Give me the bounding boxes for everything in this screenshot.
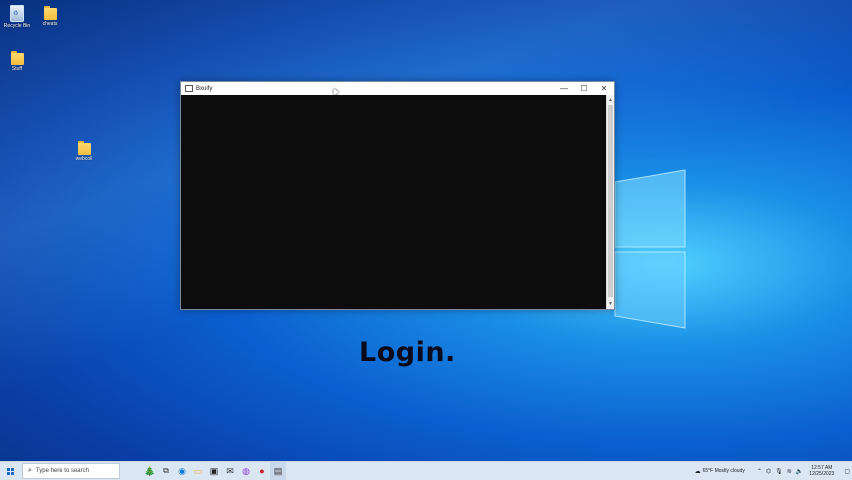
close-button[interactable]: ✕ [594,82,614,95]
scroll-down-arrow-icon[interactable]: ▼ [608,301,613,307]
desktop-icon-recycle-bin[interactable]: ♻ Recycle Bin [0,5,34,29]
taskbar-clock[interactable]: 12:57 AM 12/25/2023 [809,465,834,477]
weather-cloud-icon[interactable]: ☁ [695,468,701,475]
mail-icon[interactable]: ✉ [222,462,238,480]
console-window: Bxuify — ☐ ✕ ▲ ▼ [180,81,615,310]
taskbar-search-box[interactable]: ⌕ Type here to search [22,463,120,479]
edge-browser-icon[interactable]: ◉ [174,462,190,480]
microphone-icon[interactable]: 🎙 [775,468,783,475]
desktop-icon-webcoll[interactable]: webcoll [67,140,101,162]
window-title: Bxuify [196,85,213,92]
chat-app-icon[interactable]: ◍ [238,462,254,480]
search-placeholder: Type here to search [35,468,89,474]
desktop-icon-stuff[interactable]: Stuff [0,50,34,72]
folder-icon [43,5,57,20]
vertical-scrollbar[interactable]: ▲ ▼ [606,95,614,309]
desktop-icon-label: webcoll [75,156,93,162]
folder-icon [77,140,91,155]
desktop-icon-label: Stuff [11,66,23,72]
console-app-icon [185,85,193,92]
show-hidden-icons-chevron-icon[interactable]: ⌃ [757,468,762,475]
console-output-area[interactable] [181,95,607,309]
login-caption: Login. [359,337,456,368]
search-icon: ⌕ [28,467,32,474]
network-icon[interactable]: ⌬ [766,468,771,475]
folder-icon [10,50,24,65]
scrollbar-thumb[interactable] [608,105,613,297]
app-red-icon[interactable]: ● [254,462,270,480]
file-explorer-icon[interactable]: ▭ [190,462,206,480]
volume-icon[interactable]: 🔈 [796,468,803,475]
holiday-widget-icon[interactable]: 🎄 [142,462,158,480]
task-view-icon[interactable]: ⧉ [158,462,174,480]
clock-date: 12/25/2023 [809,471,835,477]
weather-text[interactable]: 65°F Mostly cloudy [703,468,745,474]
recycle-bin-icon: ♻ [10,5,24,22]
windows-start-icon [6,467,14,475]
window-titlebar[interactable]: Bxuify — ☐ ✕ [181,82,614,95]
system-tray: ☁ 65°F Mostly cloudy ⌃ ⌬ 🎙 ≋ 🔈 12:57 AM … [693,462,852,480]
minimize-button[interactable]: — [554,82,574,95]
wifi-icon[interactable]: ≋ [787,468,792,475]
taskbar: ⌕ Type here to search 🎄 ⧉ ◉ ▭ ▣ ✉ ◍ ● ▤ … [0,461,852,480]
start-button[interactable] [0,462,20,480]
notification-icon[interactable]: ▢ [844,468,850,475]
desktop-icon-cheats[interactable]: cheats [33,5,67,27]
desktop-icon-label: Recycle Bin [3,23,31,29]
microsoft-store-icon[interactable]: ▣ [206,462,222,480]
maximize-button[interactable]: ☐ [574,82,594,95]
desktop-icon-label: cheats [42,21,58,27]
scroll-up-arrow-icon[interactable]: ▲ [608,97,613,103]
console-taskbar-icon[interactable]: ▤ [270,462,286,480]
